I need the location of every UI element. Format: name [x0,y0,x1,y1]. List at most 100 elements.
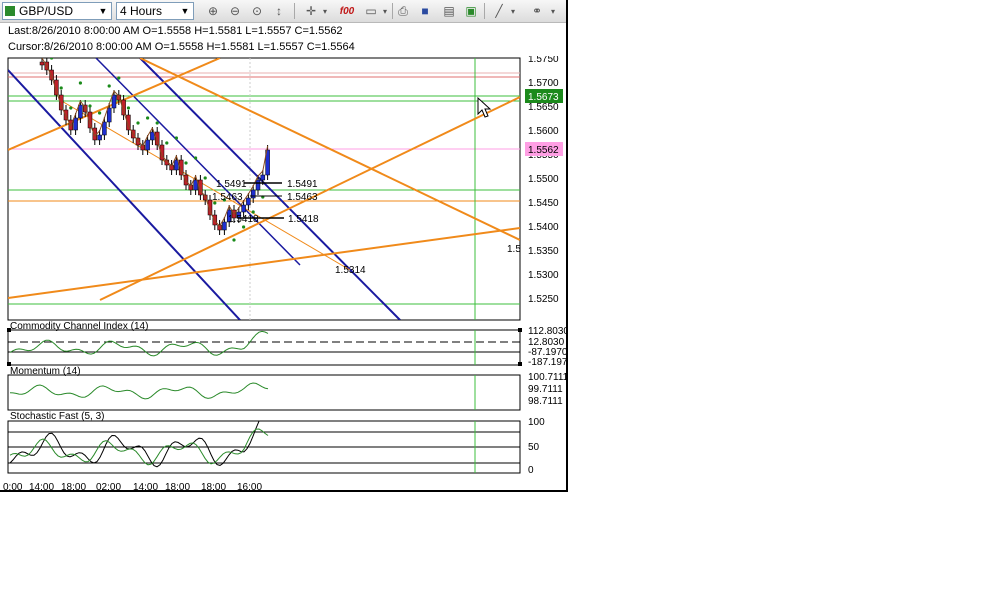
panel-handle[interactable] [7,328,11,332]
sar-dot [69,106,73,110]
toolbar: GBP/USD ▼ 4 Hours ▼ ⊕ ⊖ ⊙ ↕ ✛ ▾ f00 ▭ ▾ … [0,0,566,23]
cursor-bar-info: Cursor:8/26/2010 8:00:00 AM O=1.5558 H=1… [8,41,355,53]
chevron-down-icon: ▼ [180,6,190,16]
sar-dot [165,141,169,145]
time-tick: 16:00 [237,482,262,492]
candle [250,189,256,199]
candle [39,61,45,66]
price-tick: 1.5250 [528,294,559,305]
sar-dot [184,161,188,165]
sar-dot [88,104,92,108]
price-label: 1.5 [507,244,521,255]
chart-area[interactable]: 1.5491 1.5463 1.5418 1.5491 1.5463 1.541… [0,56,566,492]
candle [241,204,246,213]
print-icon[interactable]: ⎙ [394,2,412,20]
timeframe-value: 4 Hours [120,4,163,18]
sar-dot [155,121,159,125]
candle [145,139,150,151]
cci-title: Commodity Channel Index (14) [10,321,148,332]
toolbar-separator [294,3,295,19]
momentum-tick: 99.7111 [528,384,563,395]
sar-dot [117,76,121,80]
time-tick: 18:00 [201,482,226,492]
sar-dot [126,106,130,110]
zoom-in-icon[interactable]: ⊕ [204,2,222,20]
sar-dot [50,58,54,60]
sar-dot [59,86,63,90]
price-label: 1.5418 [288,214,319,225]
momentum-tick: 98.7111 [528,396,563,407]
price-tick: 1.5650 [528,102,559,113]
last-bar-info: Last:8/26/2010 8:00:00 AM O=1.5558 H=1.5… [8,25,343,37]
time-tick: 14:00 [133,482,158,492]
sar-dot [78,81,82,85]
momentum-title: Momentum (14) [10,366,81,377]
line-tool-icon[interactable]: ╱ [490,2,508,20]
cursor-price-badge-text: 1.5673 [528,92,559,103]
candle [73,117,78,131]
zoom-reset-icon[interactable]: ⊙ [248,2,266,20]
sar-dot [174,136,178,140]
time-tick: 02:00 [96,482,121,492]
stochastic-title: Stochastic Fast (5, 3) [10,411,104,422]
sar-dot [242,225,246,229]
vertical-scale-icon[interactable]: ↕ [270,2,288,20]
sar-dot [232,238,236,242]
sar-dot [107,84,111,88]
candle [78,104,83,119]
candle [255,179,261,191]
price-label: 1.5463 [212,192,243,203]
template-icon[interactable]: ▤ [440,2,458,20]
candle [106,107,112,123]
price-label: 1.5491 [287,179,318,190]
price-label: 1.5463 [287,192,318,203]
zoom-out-icon[interactable]: ⊖ [226,2,244,20]
chevron-down-icon[interactable]: ▾ [320,2,330,20]
sar-dot [194,156,198,160]
cci-tick: 112.8030 [528,326,566,337]
candle [260,174,266,181]
chart-window: GBP/USD ▼ 4 Hours ▼ ⊕ ⊖ ⊙ ↕ ✛ ▾ f00 ▭ ▾ … [0,0,568,492]
stochastic-tick: 50 [528,442,540,453]
panel-handle[interactable] [518,328,522,332]
price-tick: 1.5750 [528,56,559,65]
chevron-down-icon[interactable]: ▾ [508,2,518,20]
picture-icon[interactable]: ▣ [462,2,480,20]
price-label: 1.5491 [216,179,247,190]
time-tick: 14:00 [29,482,54,492]
chevron-down-icon: ▼ [98,6,108,16]
price-tick: 1.5500 [528,174,559,185]
time-tick: 0:00 [3,482,23,492]
price-panel [7,57,521,321]
momentum-tick: 100.7111 [528,372,566,383]
chevron-down-icon[interactable]: ▾ [548,2,558,20]
chart-type-icon[interactable]: ▭ [362,2,380,20]
price-tick: 1.5400 [528,222,559,233]
price-tick: 1.5700 [528,78,559,89]
price-tick: 1.5300 [528,270,559,281]
timeframe-select[interactable]: 4 Hours ▼ [116,2,194,20]
link-icon[interactable]: ⚭ [528,2,546,20]
price-label: 1.5314 [335,265,366,276]
stochastic-tick: 100 [528,417,545,428]
symbol-value: GBP/USD [19,4,74,18]
sar-dot [98,111,102,115]
candle [111,94,117,109]
stochastic-tick: 0 [528,465,534,476]
sar-dot [136,121,140,125]
crosshair-icon[interactable]: ✛ [302,2,320,20]
candle [97,134,102,141]
symbol-select[interactable]: GBP/USD ▼ [2,2,112,20]
save-icon[interactable]: ■ [416,2,434,20]
time-tick: 18:00 [165,482,190,492]
price-tick: 1.5450 [528,198,559,209]
momentum-panel [7,374,521,411]
indicator-fx-icon[interactable]: f00 [338,2,356,20]
price-tick: 1.5600 [528,126,559,137]
chevron-down-icon[interactable]: ▾ [380,2,390,20]
candle [102,121,107,136]
sar-dot [146,116,150,120]
time-axis: 0:00 14:00 18:00 02:00 14:00 18:00 18:00… [3,482,262,492]
panel-handle[interactable] [518,362,522,366]
candle [222,221,227,231]
